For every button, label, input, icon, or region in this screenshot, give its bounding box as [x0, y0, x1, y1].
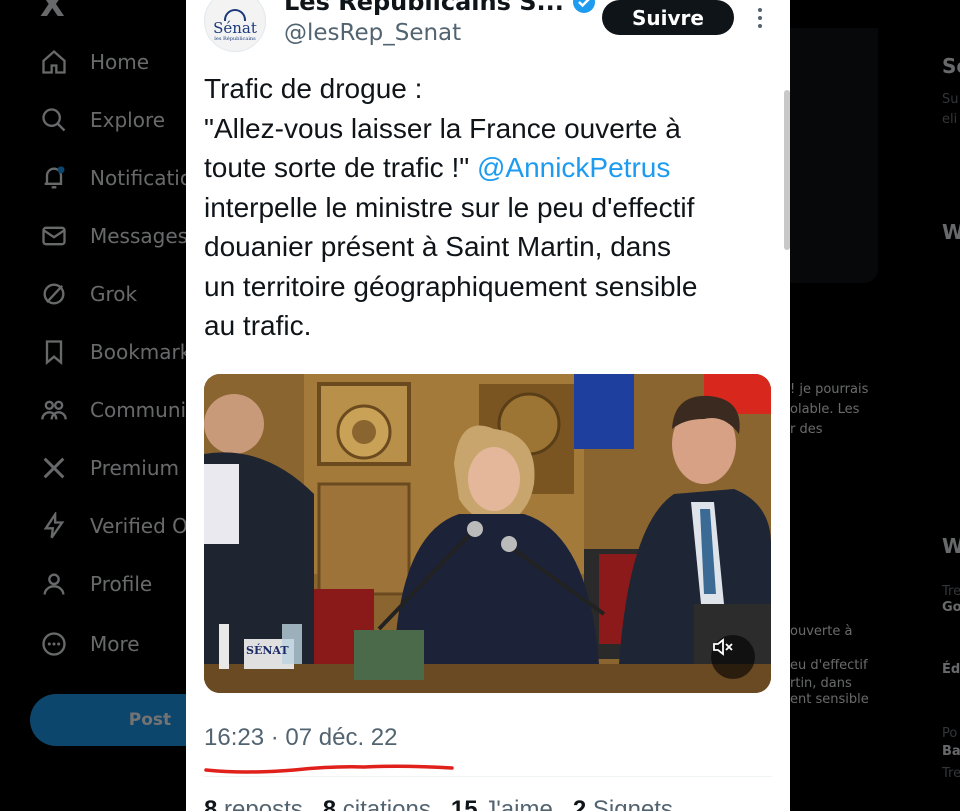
- mention-link[interactable]: @AnnickPetrus: [477, 152, 670, 183]
- sidebar-nav: X Home Explore Notifications Messages Gr…: [0, 0, 270, 811]
- right-heading: W: [942, 534, 960, 558]
- right-heading: W: [942, 220, 960, 244]
- bell-icon: [40, 164, 68, 192]
- right-text: r des: [790, 422, 823, 437]
- red-handwritten-underline: [204, 764, 454, 774]
- tweet-line: douanier présent à Saint Martin, dans: [204, 231, 671, 262]
- home-icon: [40, 48, 68, 76]
- tweet-line: Trafic de drogue :: [204, 73, 423, 104]
- sidebar-item-label: Profile: [90, 572, 153, 596]
- sidebar-item-profile[interactable]: Profile: [40, 564, 152, 604]
- tweet-line: un territoire géographiquement sensible: [204, 270, 698, 302]
- avatar-logo-text: Sénat: [213, 18, 257, 37]
- avatar-logo-subtext: les Républicains: [214, 35, 256, 42]
- right-text: eu d'effectif: [790, 658, 868, 673]
- reposts-label[interactable]: reposts: [224, 796, 303, 811]
- likes-label[interactable]: J'aime: [484, 796, 553, 811]
- sidebar-item-grok[interactable]: Grok: [40, 274, 137, 314]
- sidebar-item-label: Explore: [90, 108, 166, 132]
- account-name[interactable]: Les Républicains S...: [284, 0, 596, 16]
- tweet-line-part: toute sorte de trafic !": [204, 152, 477, 183]
- tweet-stats: 8 reposts 8 citations 15 J'aime 2 Signet…: [204, 796, 673, 811]
- tweet-line: au trafic.: [204, 310, 312, 341]
- bookmarks-count[interactable]: 2: [573, 796, 586, 811]
- sidebar-item-label: Home: [90, 50, 150, 74]
- tweet-text: Trafic de drogue : "Allez-vous laisser l…: [204, 69, 779, 346]
- right-text: ouverte à: [790, 624, 853, 639]
- sidebar-item-label: Grok: [90, 282, 138, 306]
- right-text: ! je pourrais: [790, 382, 869, 397]
- more-options-icon[interactable]: [752, 4, 768, 32]
- quotes-count[interactable]: 8: [323, 796, 336, 811]
- x-icon: [40, 454, 68, 482]
- avatar[interactable]: Sénat les Républicains: [204, 0, 266, 52]
- sidebar-item-label: Premium: [90, 456, 179, 480]
- person-icon: [40, 570, 68, 598]
- sidebar-item-premium[interactable]: Premium: [40, 448, 179, 488]
- bookmarks-label[interactable]: Signets: [593, 796, 673, 811]
- reposts-count[interactable]: 8: [204, 796, 217, 811]
- right-column: Se Su eli W ! je pourrais olable. Les r …: [790, 0, 960, 811]
- tweet-line: interpelle le ministre sur le peu d'effe…: [204, 191, 695, 223]
- right-text: ent sensible: [790, 692, 869, 707]
- divider: [204, 776, 772, 777]
- right-text: Su: [942, 92, 959, 107]
- account-handle[interactable]: @lesRep_Senat: [284, 20, 461, 46]
- tweet-line: "Allez-vous laisser la France ouverte à: [204, 112, 681, 144]
- desk-placard-text: SÉNAT: [246, 644, 289, 657]
- video-frame: [204, 374, 771, 693]
- right-text: Po: [942, 726, 958, 741]
- follow-button[interactable]: Suivre: [602, 0, 734, 35]
- scrollbar[interactable]: [784, 90, 790, 250]
- bookmark-icon: [40, 338, 68, 366]
- tweet-timestamp[interactable]: 16:23 · 07 déc. 22: [204, 724, 397, 752]
- tweet-video[interactable]: SÉNAT: [204, 374, 771, 693]
- tweet-line: toute sorte de trafic !" @AnnickPetrus: [204, 148, 779, 188]
- sidebar-item-more[interactable]: More: [40, 624, 140, 664]
- right-text: Éd: [942, 662, 960, 677]
- sidebar-item-home[interactable]: Home: [40, 42, 149, 82]
- verified-badge-icon: [572, 0, 595, 13]
- communities-icon: [40, 396, 68, 424]
- speaker-muted-icon: [713, 638, 733, 656]
- mail-icon: [40, 222, 68, 250]
- x-logo[interactable]: X: [40, 0, 65, 24]
- right-text: Go: [942, 600, 960, 615]
- grok-icon: [40, 280, 68, 308]
- account-name-text: Les Républicains S...: [284, 0, 564, 16]
- quotes-label[interactable]: citations: [343, 796, 431, 811]
- more-circle-icon: [40, 630, 68, 658]
- likes-count[interactable]: 15: [451, 796, 478, 811]
- sidebar-item-label: Bookmarks: [90, 340, 202, 364]
- right-text: olable. Les: [790, 402, 860, 417]
- lightning-icon: [40, 510, 68, 540]
- mute-button[interactable]: [711, 635, 755, 679]
- sidebar-item-bookmarks[interactable]: Bookmarks: [40, 332, 202, 372]
- search-icon: [40, 106, 68, 134]
- sidebar-item-messages[interactable]: Messages: [40, 216, 188, 256]
- tweet-card: Sénat les Républicains Les Républicains …: [186, 0, 790, 811]
- right-text: Ba: [942, 744, 960, 759]
- sidebar-item-explore[interactable]: Explore: [40, 100, 165, 140]
- right-text: eli: [942, 112, 958, 127]
- right-text: Tre: [942, 766, 960, 781]
- sidebar-item-label: Messages: [90, 224, 189, 248]
- sidebar-item-label: More: [90, 632, 140, 656]
- right-heading: Se: [942, 54, 960, 78]
